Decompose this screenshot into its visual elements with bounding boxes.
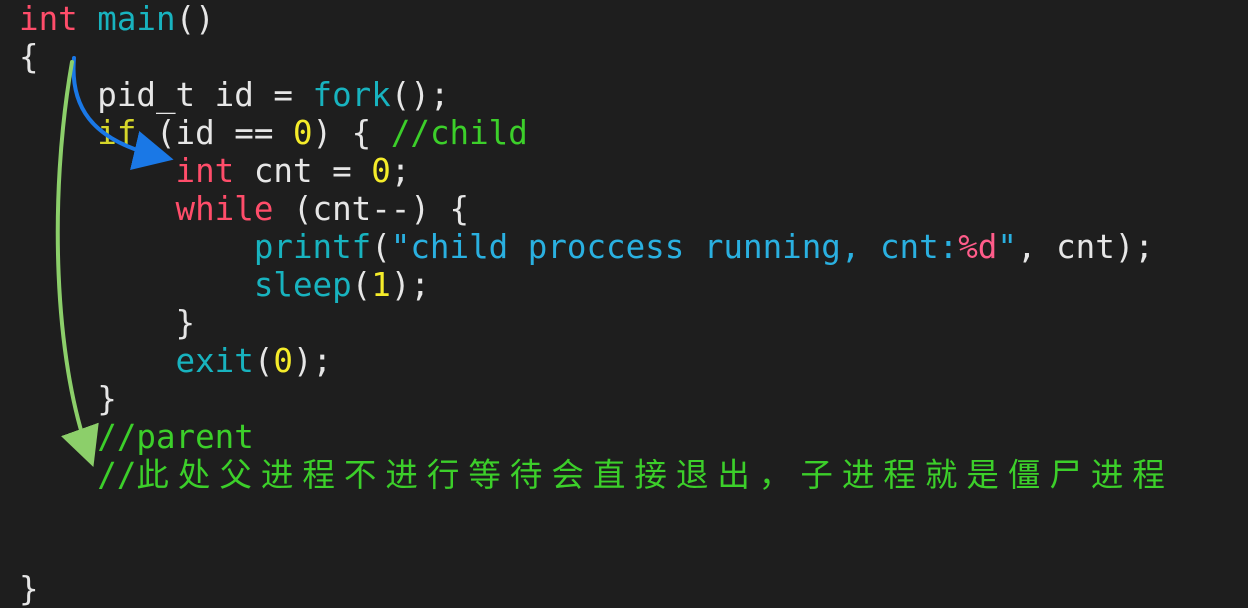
code-token: while bbox=[175, 190, 274, 228]
code-token: 0 bbox=[292, 114, 313, 152]
code-token: if bbox=[97, 114, 137, 152]
code-token: () bbox=[175, 0, 215, 38]
code-token: (cnt--) { bbox=[273, 190, 470, 228]
code-token: } bbox=[19, 570, 39, 608]
code-token: %d bbox=[958, 228, 998, 266]
code-token: ( bbox=[371, 228, 391, 266]
code-line: int main() bbox=[19, 0, 215, 38]
code-token: ); bbox=[292, 342, 333, 380]
code-token: , cnt); bbox=[1016, 228, 1154, 266]
code-token: printf bbox=[253, 228, 372, 266]
code-token: ) { bbox=[312, 114, 391, 152]
code-token: 0 bbox=[273, 342, 293, 380]
code-token: ; bbox=[390, 152, 411, 190]
code-line: pid_t id = fork(); bbox=[19, 76, 449, 114]
code-token: fork bbox=[312, 76, 391, 114]
code-token: // bbox=[97, 456, 137, 494]
code-line: } bbox=[19, 380, 117, 418]
code-token: sleep bbox=[253, 266, 352, 304]
code-line: if (id == 0) { //child bbox=[19, 114, 528, 152]
code-token: exit bbox=[175, 342, 254, 380]
code-token: 1 bbox=[371, 266, 391, 304]
code-token: ); bbox=[390, 266, 430, 304]
code-token: pid_t id = bbox=[19, 76, 313, 114]
code-token: ( bbox=[351, 266, 372, 304]
code-line: int cnt = 0; bbox=[19, 152, 411, 190]
code-line: printf("child proccess running, cnt:%d",… bbox=[19, 228, 1154, 266]
code-line: exit(0); bbox=[19, 342, 333, 380]
code-token: main bbox=[97, 0, 176, 38]
code-token: ( bbox=[253, 342, 274, 380]
code-token: "child proccess running, cnt: bbox=[390, 228, 959, 266]
code-line: while (cnt--) { bbox=[19, 190, 470, 228]
code-line: //parent bbox=[19, 418, 254, 456]
code-token: (); bbox=[390, 76, 450, 114]
code-token: //parent bbox=[97, 418, 254, 456]
code-token: } bbox=[19, 380, 117, 418]
code-token: } bbox=[19, 304, 196, 342]
code-token: cnt = bbox=[234, 152, 372, 190]
code-line: } bbox=[19, 304, 196, 342]
code-line: sleep(1); bbox=[19, 266, 430, 304]
code-editor: int main(){ pid_t id = fork(); if (id ==… bbox=[0, 0, 1248, 608]
code-token: int bbox=[19, 0, 78, 38]
code-token: 此处父进程不进行等待会直接退出，子进程就是僵尸进程 bbox=[136, 456, 1174, 494]
code-token: (id == bbox=[136, 114, 293, 152]
code-token: " bbox=[997, 228, 1017, 266]
code-token: //child bbox=[390, 114, 528, 152]
code-token: 0 bbox=[371, 152, 391, 190]
code-token: { bbox=[19, 38, 39, 76]
code-line: { bbox=[19, 38, 39, 76]
code-line: } bbox=[19, 570, 39, 608]
code-line: //此处父进程不进行等待会直接退出，子进程就是僵尸进程 bbox=[19, 456, 1174, 494]
code-token: int bbox=[175, 152, 235, 190]
